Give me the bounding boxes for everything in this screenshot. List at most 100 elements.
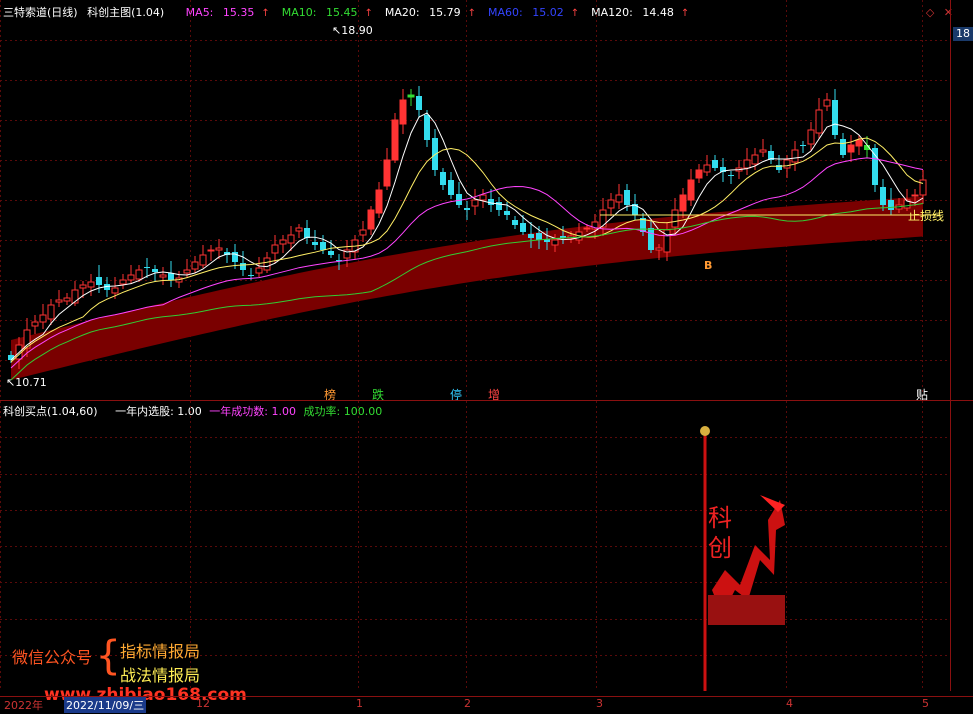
candle-body bbox=[536, 233, 542, 240]
candle-body bbox=[152, 269, 158, 272]
high-price-value: 18.90 bbox=[341, 24, 373, 37]
candle-body bbox=[183, 269, 191, 274]
candle-body bbox=[47, 304, 55, 320]
arrow-icon: ↖ bbox=[332, 24, 342, 37]
candle-body bbox=[479, 194, 487, 201]
candle-body bbox=[111, 287, 119, 294]
candle-body bbox=[159, 274, 167, 278]
candle-body bbox=[416, 96, 422, 110]
x-axis-year: 2022年 bbox=[4, 699, 43, 712]
candle-body bbox=[695, 169, 703, 179]
candle-body bbox=[240, 263, 246, 270]
candle-body bbox=[496, 202, 502, 210]
candle-body bbox=[456, 194, 462, 205]
x-axis-may: 5 bbox=[922, 697, 929, 710]
candle-body bbox=[328, 251, 334, 255]
candle-body bbox=[679, 194, 687, 212]
candle-body bbox=[551, 239, 559, 246]
low-price-label: ↖10.71 bbox=[6, 376, 47, 389]
candle-body bbox=[199, 254, 207, 266]
candle-body bbox=[655, 247, 663, 251]
candle-body bbox=[55, 299, 63, 303]
candle-body bbox=[391, 119, 399, 161]
candle-body bbox=[687, 179, 695, 201]
candle-body bbox=[144, 267, 150, 268]
low-price-value: 10.71 bbox=[15, 376, 47, 389]
logo-text: 科创 bbox=[708, 504, 732, 562]
watermark: 微信公众号 { bbox=[12, 636, 121, 676]
candle-body bbox=[528, 234, 534, 238]
candle-body bbox=[31, 321, 39, 327]
main-chart[interactable] bbox=[0, 0, 973, 400]
candle-body bbox=[87, 281, 95, 288]
candle-body bbox=[919, 179, 927, 196]
candle-body bbox=[367, 209, 375, 230]
watermark-line1: 微信公众号 bbox=[12, 648, 93, 667]
stop-loss-label: 止损线 bbox=[908, 209, 945, 223]
candle-body bbox=[96, 277, 102, 285]
candle-body bbox=[119, 279, 127, 285]
candle-body bbox=[583, 227, 591, 230]
candle-body bbox=[359, 229, 367, 236]
candle-body bbox=[440, 172, 446, 185]
candle-body bbox=[872, 148, 878, 185]
candle-body bbox=[375, 189, 383, 214]
x-axis-mar: 3 bbox=[596, 697, 603, 710]
buy-marker: B bbox=[704, 259, 713, 272]
candle-body bbox=[263, 257, 271, 271]
candle-body bbox=[880, 187, 886, 205]
candle-body bbox=[135, 269, 143, 280]
candle-body bbox=[512, 220, 518, 225]
candle-body bbox=[728, 175, 734, 176]
candle-body bbox=[599, 209, 607, 228]
candle-body bbox=[407, 94, 415, 98]
candle-body bbox=[287, 234, 295, 244]
candle-body bbox=[279, 239, 287, 245]
candle-body bbox=[312, 242, 318, 245]
watermark-item2: 战法情报局 bbox=[120, 666, 201, 685]
x-axis-current-date[interactable]: 2022/11/09/三 bbox=[64, 697, 147, 713]
candle-body bbox=[840, 139, 846, 155]
candle-body bbox=[248, 275, 254, 276]
ma-band bbox=[11, 196, 923, 380]
candle-body bbox=[847, 144, 855, 153]
candle-body bbox=[751, 154, 759, 165]
candle-body bbox=[832, 100, 838, 135]
candle-body bbox=[424, 115, 430, 140]
candle-body bbox=[79, 284, 87, 289]
candle-body bbox=[271, 244, 279, 254]
watermark-item1: 指标情报局 bbox=[120, 642, 201, 661]
high-price-label: ↖18.90 bbox=[332, 24, 373, 37]
candle-body bbox=[168, 273, 174, 280]
candle-body bbox=[807, 129, 815, 145]
candle-body bbox=[464, 208, 470, 210]
candle-body bbox=[759, 149, 767, 153]
candle-body bbox=[215, 247, 223, 251]
candle-body bbox=[855, 139, 863, 147]
candle-body bbox=[703, 164, 711, 173]
candle-body bbox=[207, 249, 215, 252]
candle-body bbox=[520, 223, 526, 232]
candle-body bbox=[295, 227, 303, 232]
candle-body bbox=[783, 159, 791, 169]
candle-body bbox=[471, 199, 479, 207]
x-axis-apr: 4 bbox=[786, 697, 793, 710]
candle-body bbox=[615, 194, 623, 203]
candle-body bbox=[448, 180, 454, 195]
candle-body bbox=[712, 160, 718, 168]
candle-body bbox=[607, 199, 615, 209]
candle-body bbox=[815, 109, 823, 134]
candle-body bbox=[911, 194, 919, 197]
x-axis-dec: 12 bbox=[196, 697, 210, 710]
arrow-icon: ↖ bbox=[6, 376, 16, 389]
candle-body bbox=[743, 159, 751, 169]
candle-body bbox=[383, 159, 391, 187]
candle-body bbox=[648, 228, 654, 250]
candle-body bbox=[320, 242, 326, 250]
candle-body bbox=[191, 261, 199, 270]
candle-body bbox=[39, 314, 47, 323]
candle-body bbox=[304, 228, 310, 238]
money-bag-icon bbox=[700, 426, 710, 436]
x-axis-jan: 1 bbox=[356, 697, 363, 710]
candle-body bbox=[791, 149, 799, 163]
